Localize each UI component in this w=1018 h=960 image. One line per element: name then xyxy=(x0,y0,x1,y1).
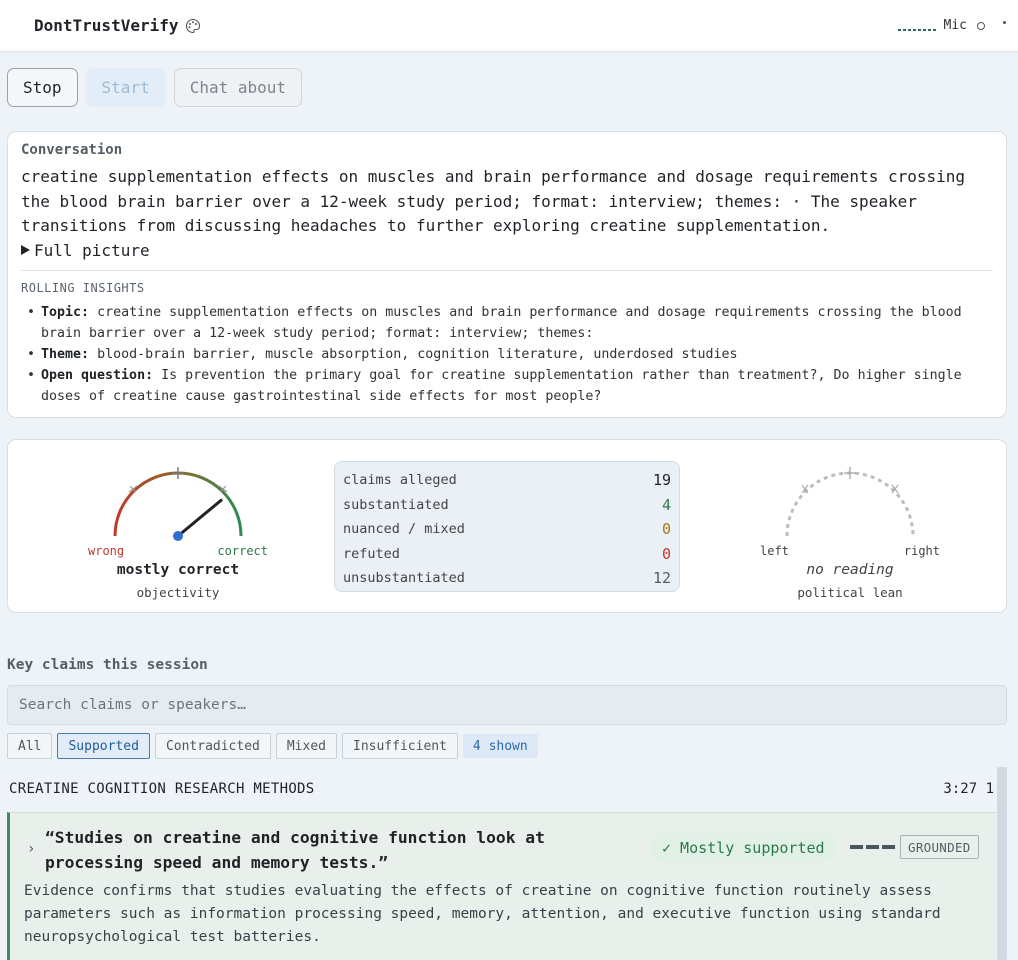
confidence-meter xyxy=(850,845,895,849)
key-claims-heading: Key claims this session xyxy=(7,657,208,673)
verdict-badge: ✓ Mostly supported xyxy=(650,833,837,862)
political-reading: no reading xyxy=(806,562,894,578)
wrong-label: wrong xyxy=(88,544,125,558)
group-title: CREATINE COGNITION RESEARCH METHODS xyxy=(9,781,315,797)
right-label: right xyxy=(903,544,940,558)
grounded-tag: GROUNDED xyxy=(900,835,979,859)
chat-about-button[interactable]: Chat about xyxy=(173,68,303,107)
claim-group-header: CREATINE COGNITION RESEARCH METHODS 3:27… xyxy=(9,781,994,797)
stat-row: unsubstantiated 12 xyxy=(343,569,671,588)
mic-status-icon xyxy=(977,21,985,30)
political-caption: political lean xyxy=(797,585,903,600)
stat-row: nuanced / mixed 0 xyxy=(343,520,671,539)
claims-stats: claims alleged 19 substantiated 4 nuanced … xyxy=(334,461,680,592)
claim-filters: All Supported Contradicted Mixed Insuffi… xyxy=(7,733,538,759)
filter-supported[interactable]: Supported xyxy=(57,733,150,759)
menu-dot-icon[interactable] xyxy=(1003,21,1006,24)
claims-search-input[interactable] xyxy=(7,685,1007,725)
filter-insufficient[interactable]: Insufficient xyxy=(342,733,458,759)
app-title: DontTrustVerify xyxy=(34,16,179,35)
objectivity-gauge: wrong correct mostly correct objectivity xyxy=(88,458,268,600)
filter-all[interactable]: All xyxy=(7,733,53,759)
conversation-card: Conversation creatine supplementation ef… xyxy=(7,131,1007,418)
insight-item: Open question: Is prevention the primary… xyxy=(21,365,993,407)
control-buttons: Stop Start Chat about xyxy=(7,68,303,107)
claim-evidence: Evidence confirms that studies evaluatin… xyxy=(24,883,941,945)
mic-area[interactable]: Mic xyxy=(897,18,1006,33)
claim-card[interactable]: › “Studies on creatine and cognitive fun… xyxy=(7,812,996,960)
scrollbar-thumb[interactable] xyxy=(997,767,1007,960)
filter-mixed[interactable]: Mixed xyxy=(275,733,337,759)
claim-quote: “Studies on creatine and cognitive funct… xyxy=(45,828,545,872)
conversation-summary: creatine supplementation effects on musc… xyxy=(21,167,966,235)
chevron-right-icon[interactable]: › xyxy=(27,841,35,857)
full-picture-toggle[interactable]: Full picture xyxy=(21,241,993,260)
filter-contradicted[interactable]: Contradicted xyxy=(154,733,271,759)
insights-list: Topic: creatine supplementation effects … xyxy=(21,302,993,407)
brand: DontTrustVerify xyxy=(34,16,201,35)
stat-row: substantiated 4 xyxy=(343,495,671,514)
insight-item: Theme: blood-brain barrier, muscle absor… xyxy=(21,344,993,365)
mic-label: Mic xyxy=(943,18,967,33)
gauges-card: wrong correct mostly correct objectivity… xyxy=(7,439,1007,613)
divider xyxy=(21,269,993,271)
group-timestamp: 3:27 1 xyxy=(943,781,994,797)
scrollbar[interactable] xyxy=(997,767,1007,960)
insights-heading: ROLLING INSIGHTS xyxy=(21,280,145,295)
objectivity-dial xyxy=(113,467,243,541)
palette-icon[interactable] xyxy=(185,18,201,34)
objectivity-caption: objectivity xyxy=(136,585,220,600)
stat-row: refuted 0 xyxy=(343,544,671,563)
political-dial xyxy=(785,467,915,537)
triangle-right-icon xyxy=(21,245,30,255)
political-lean-gauge: left right no reading political lean xyxy=(760,458,940,600)
conversation-heading: Conversation xyxy=(21,142,123,158)
stop-button[interactable]: Stop xyxy=(7,68,78,107)
stat-row: claims alleged 19 xyxy=(343,471,671,490)
top-bar: DontTrustVerify Mic xyxy=(0,0,1018,52)
shown-count-badge: 4 shown xyxy=(462,734,538,758)
insight-item: Topic: creatine supplementation effects … xyxy=(21,302,993,344)
correct-label: correct xyxy=(217,544,268,558)
full-picture-label: Full picture xyxy=(34,240,150,260)
mic-level-meter xyxy=(897,21,936,31)
start-button[interactable]: Start xyxy=(85,68,166,107)
objectivity-reading: mostly correct xyxy=(116,562,240,578)
left-label: left xyxy=(760,544,789,558)
